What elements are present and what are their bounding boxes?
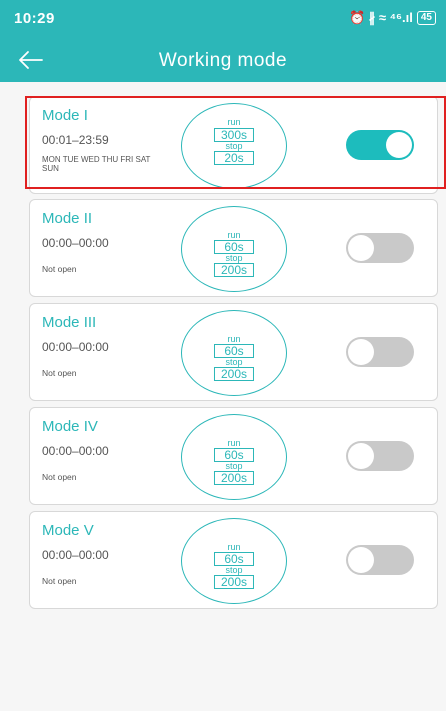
run-label: run (227, 438, 241, 448)
mode-card-3[interactable]: Mode III 00:00–00:00 Not open run 60s st… (29, 303, 438, 401)
stop-value: 200s (213, 575, 255, 589)
mode-card-1[interactable]: Mode I 00:01–23:59 MON TUE WED THU FRI S… (29, 96, 438, 194)
stop-value: 200s (213, 367, 255, 381)
mode-card-4[interactable]: Mode IV 00:00–00:00 Not open run 60s sto… (29, 407, 438, 505)
run-stop-circle[interactable]: run 300s stop 20s (181, 103, 287, 189)
battery-icon: 45 (416, 11, 436, 25)
app-header: 10:29 ⏰ ∦ ≈ ⁴⁶.ıl 45 Working mode (0, 0, 446, 82)
stop-label: stop (225, 141, 243, 151)
mode-name: Mode I (42, 107, 88, 124)
run-stop-circle[interactable]: run 60s stop 200s (181, 518, 287, 604)
mode-toggle[interactable] (346, 233, 414, 263)
run-stop-circle[interactable]: run 60s stop 200s (181, 310, 287, 396)
mode-status: Not open (42, 368, 77, 378)
stop-label: stop (225, 565, 243, 575)
mode-status: Not open (42, 264, 77, 274)
mode-status: Not open (42, 576, 77, 586)
stop-value: 200s (213, 263, 255, 277)
run-label: run (227, 542, 241, 552)
mode-name: Mode II (42, 210, 93, 227)
run-value: 60s (214, 344, 254, 358)
mode-toggle[interactable] (346, 130, 414, 160)
mode-time-range: 00:00–00:00 (42, 340, 109, 354)
mode-time-range: 00:00–00:00 (42, 548, 109, 562)
mode-toggle[interactable] (346, 337, 414, 367)
mode-toggle[interactable] (346, 545, 414, 575)
toggle-knob (348, 443, 374, 469)
run-value: 60s (214, 448, 254, 462)
stop-value: 20s (214, 151, 254, 165)
run-value: 60s (214, 240, 254, 254)
status-icons: ⏰ ∦ ≈ ⁴⁶.ıl 45 (349, 10, 436, 26)
stop-label: stop (225, 461, 243, 471)
toggle-knob (348, 547, 374, 573)
run-value: 300s (213, 128, 255, 142)
mode-days: MON TUE WED THU FRI SAT SUN (42, 155, 151, 173)
mode-status: Not open (42, 472, 77, 482)
mode-name: Mode IV (42, 418, 98, 435)
run-value: 60s (214, 552, 254, 566)
toggle-knob (386, 132, 412, 158)
run-label: run (227, 117, 241, 127)
status-time: 10:29 (14, 10, 55, 27)
run-label: run (227, 230, 241, 240)
mode-toggle[interactable] (346, 441, 414, 471)
mode-time-range: 00:01–23:59 (42, 133, 109, 147)
mode-card-5[interactable]: Mode V 00:00–00:00 Not open run 60s stop… (29, 511, 438, 609)
mode-name: Mode III (42, 314, 97, 331)
page-title: Working mode (158, 50, 288, 71)
run-stop-circle[interactable]: run 60s stop 200s (181, 414, 287, 500)
mode-card-2[interactable]: Mode II 00:00–00:00 Not open run 60s sto… (29, 199, 438, 297)
mode-time-range: 00:00–00:00 (42, 444, 109, 458)
run-label: run (227, 334, 241, 344)
toggle-knob (348, 235, 374, 261)
mode-time-range: 00:00–00:00 (42, 236, 109, 250)
stop-value: 200s (213, 471, 255, 485)
run-stop-circle[interactable]: run 60s stop 200s (181, 206, 287, 292)
stop-label: stop (225, 357, 243, 367)
status-indicators-icon: ⏰ ∦ ≈ ⁴⁶.ıl (348, 10, 413, 25)
toggle-knob (348, 339, 374, 365)
mode-name: Mode V (42, 522, 94, 539)
stop-label: stop (225, 253, 243, 263)
